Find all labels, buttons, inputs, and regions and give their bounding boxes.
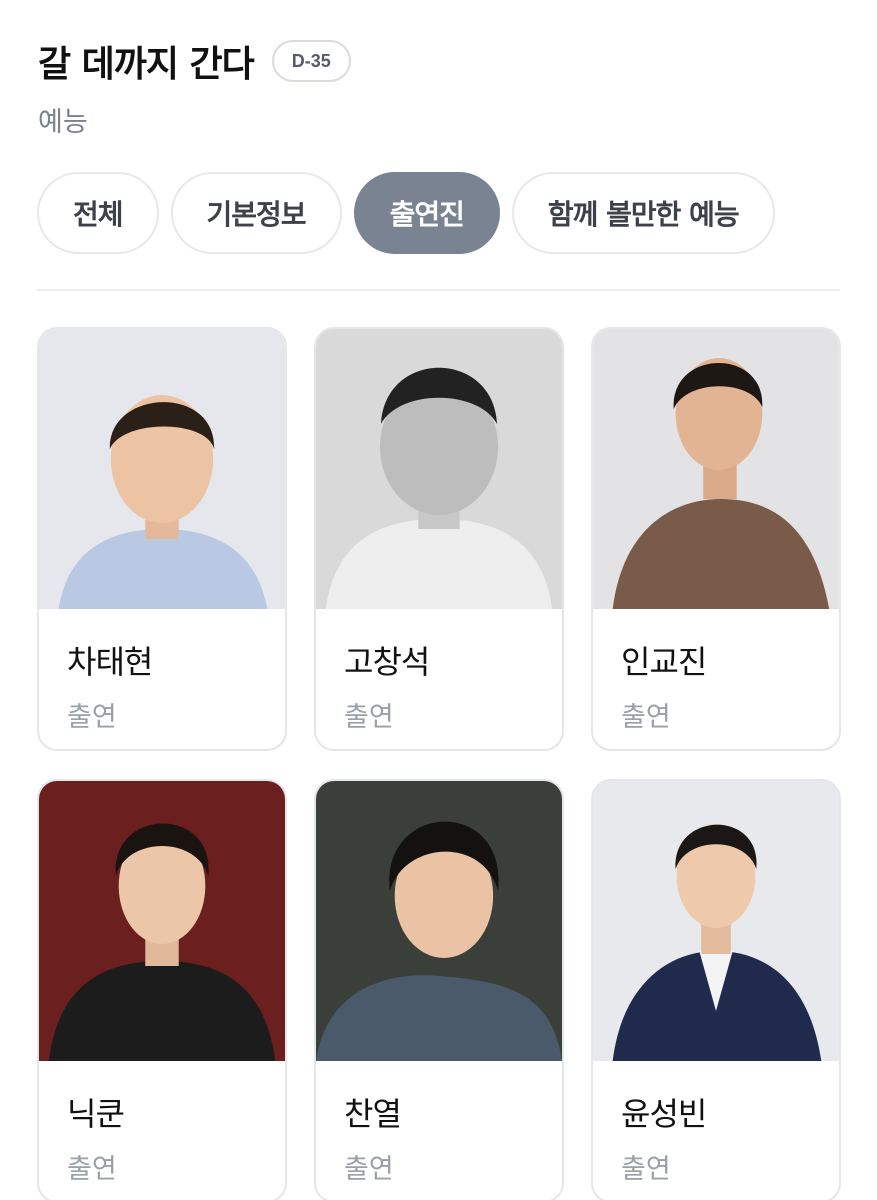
cast-role: 출연 — [67, 702, 117, 733]
cast-info: 닉쿤 출연 — [39, 1061, 285, 1186]
cast-photo — [316, 329, 562, 609]
cast-info: 찬열 출연 — [316, 1061, 562, 1186]
tab-basic-info[interactable]: 기본정보 — [170, 172, 342, 254]
cast-info: 윤성빈 출연 — [593, 1061, 839, 1186]
show-title: 갈 데까지 간다 — [38, 44, 255, 85]
cast-info: 인교진 출연 — [593, 609, 839, 734]
cast-role: 출연 — [344, 1154, 394, 1185]
title-row: 갈 데까지 간다 D-35 — [38, 36, 839, 86]
tab-cast[interactable]: 출연진 — [353, 172, 500, 254]
show-header: 갈 데까지 간다 D-35 예능 — [38, 36, 839, 139]
cast-name: 윤성빈 — [621, 1095, 707, 1133]
divider — [37, 289, 840, 291]
cast-name: 닉쿤 — [67, 1095, 125, 1133]
show-genre: 예능 — [38, 107, 88, 138]
cast-photo — [593, 329, 839, 609]
dday-badge: D-35 — [271, 40, 351, 82]
cast-card[interactable]: 윤성빈 출연 — [591, 779, 841, 1200]
cast-role: 출연 — [621, 702, 671, 733]
cast-photo — [316, 781, 562, 1061]
cast-page: 갈 데까지 간다 D-35 예능 전체 기본정보 출연진 함께 볼만한 예능 차… — [0, 0, 877, 1200]
cast-info: 차태현 출연 — [39, 609, 285, 734]
cast-photo — [39, 329, 285, 609]
cast-info: 고창석 출연 — [316, 609, 562, 734]
cast-role: 출연 — [621, 1154, 671, 1185]
cast-grid: 차태현 출연 고창석 출연 인교진 출연 닉쿤 출연 찬열 출연 윤성빈 출연 — [37, 327, 841, 1200]
cast-card[interactable]: 닉쿤 출연 — [37, 779, 287, 1200]
cast-role: 출연 — [344, 702, 394, 733]
tab-all[interactable]: 전체 — [37, 172, 159, 254]
cast-photo — [39, 781, 285, 1061]
cast-name: 고창석 — [344, 643, 430, 681]
cast-name: 인교진 — [621, 643, 707, 681]
cast-card[interactable]: 차태현 출연 — [37, 327, 287, 751]
cast-card[interactable]: 인교진 출연 — [591, 327, 841, 751]
tab-recommended-shows[interactable]: 함께 볼만한 예능 — [511, 172, 775, 254]
cast-card[interactable]: 찬열 출연 — [314, 779, 564, 1200]
cast-name: 찬열 — [344, 1095, 402, 1133]
tab-bar: 전체 기본정보 출연진 함께 볼만한 예능 — [37, 172, 775, 254]
cast-card[interactable]: 고창석 출연 — [314, 327, 564, 751]
cast-name: 차태현 — [67, 643, 153, 681]
cast-photo — [593, 781, 839, 1061]
cast-role: 출연 — [67, 1154, 117, 1185]
